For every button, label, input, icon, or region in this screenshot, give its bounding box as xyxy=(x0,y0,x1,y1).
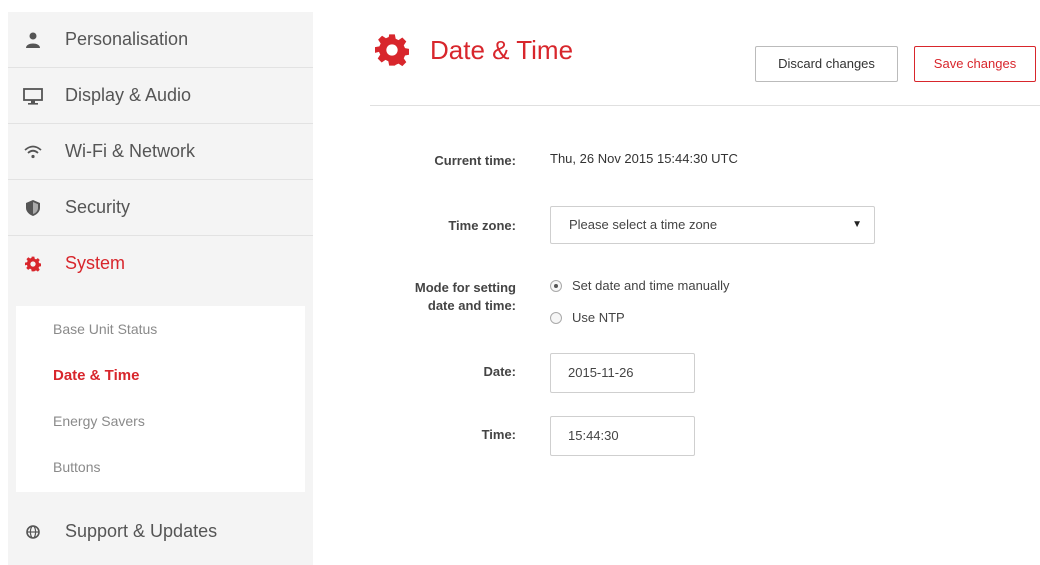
submenu-item-buttons[interactable]: Buttons xyxy=(16,444,305,490)
submenu-item-label: Buttons xyxy=(53,459,101,475)
sidebar-item-personalisation[interactable]: Personalisation xyxy=(8,12,313,68)
sidebar-item-label: Display & Audio xyxy=(65,85,192,105)
discard-changes-button[interactable]: Discard changes xyxy=(755,46,898,82)
page-title: Date & Time xyxy=(430,35,574,65)
sidebar-item-label: Support & Updates xyxy=(65,521,218,541)
time-field[interactable]: 15:44:30 xyxy=(550,416,695,456)
date-field[interactable]: 2015-11-26 xyxy=(550,353,695,393)
timezone-label: Time zone: xyxy=(448,218,516,233)
timezone-select-value: Please select a time zone xyxy=(569,217,718,232)
time-label: Time: xyxy=(481,427,516,442)
shield-icon xyxy=(23,198,43,218)
wifi-icon xyxy=(23,142,43,162)
user-icon xyxy=(23,30,43,50)
timezone-select[interactable]: Please select a time zone ▼ xyxy=(550,206,875,244)
mode-option-ntp[interactable]: Use NTP xyxy=(550,310,625,325)
sidebar-item-label: Wi-Fi & Network xyxy=(65,141,195,161)
submenu-item-label: Base Unit Status xyxy=(53,321,158,337)
sidebar-item-display-audio[interactable]: Display & Audio xyxy=(8,68,313,124)
submenu-item-date-time[interactable]: Date & Time xyxy=(16,352,305,398)
submenu-item-label: Energy Savers xyxy=(53,413,145,429)
mode-option-manual-label: Set date and time manually xyxy=(572,278,730,293)
caret-down-icon: ▼ xyxy=(852,219,862,230)
submenu-item-energy-savers[interactable]: Energy Savers xyxy=(16,398,305,444)
header-divider xyxy=(370,105,1040,106)
submenu-item-label: Date & Time xyxy=(53,366,140,384)
sidebar-item-support-updates[interactable]: Support & Updates xyxy=(8,504,313,559)
sidebar-item-security[interactable]: Security xyxy=(8,180,313,236)
mode-label-line2: date and time: xyxy=(427,298,516,313)
submenu-item-base-unit-status[interactable]: Base Unit Status xyxy=(16,306,305,352)
monitor-icon xyxy=(23,86,43,106)
mode-label: Mode for setting date and time: xyxy=(346,279,516,315)
gear-icon xyxy=(23,254,43,274)
radio-button-checked[interactable] xyxy=(550,279,562,292)
radio-button[interactable] xyxy=(550,311,562,324)
sidebar-item-wifi-network[interactable]: Wi-Fi & Network xyxy=(8,124,313,180)
sidebar-item-label: Personalisation xyxy=(65,29,189,49)
system-submenu: Base Unit Status Date & Time Energy Save… xyxy=(16,306,305,492)
sidebar-item-label: Security xyxy=(65,197,131,217)
sidebar-item-system[interactable]: System xyxy=(8,236,313,291)
save-changes-button[interactable]: Save changes xyxy=(914,46,1036,82)
sidebar-item-label: System xyxy=(65,253,126,273)
gear-icon xyxy=(375,33,410,67)
date-label: Date: xyxy=(483,364,516,379)
mode-option-ntp-label: Use NTP xyxy=(572,310,625,325)
globe-icon xyxy=(23,522,43,542)
mode-label-line1: Mode for setting xyxy=(414,280,516,295)
mode-option-manual[interactable]: Set date and time manually xyxy=(550,278,730,293)
current-time-label: Current time: xyxy=(434,153,516,168)
current-time-value: Thu, 26 Nov 2015 15:44:30 UTC xyxy=(550,151,738,166)
